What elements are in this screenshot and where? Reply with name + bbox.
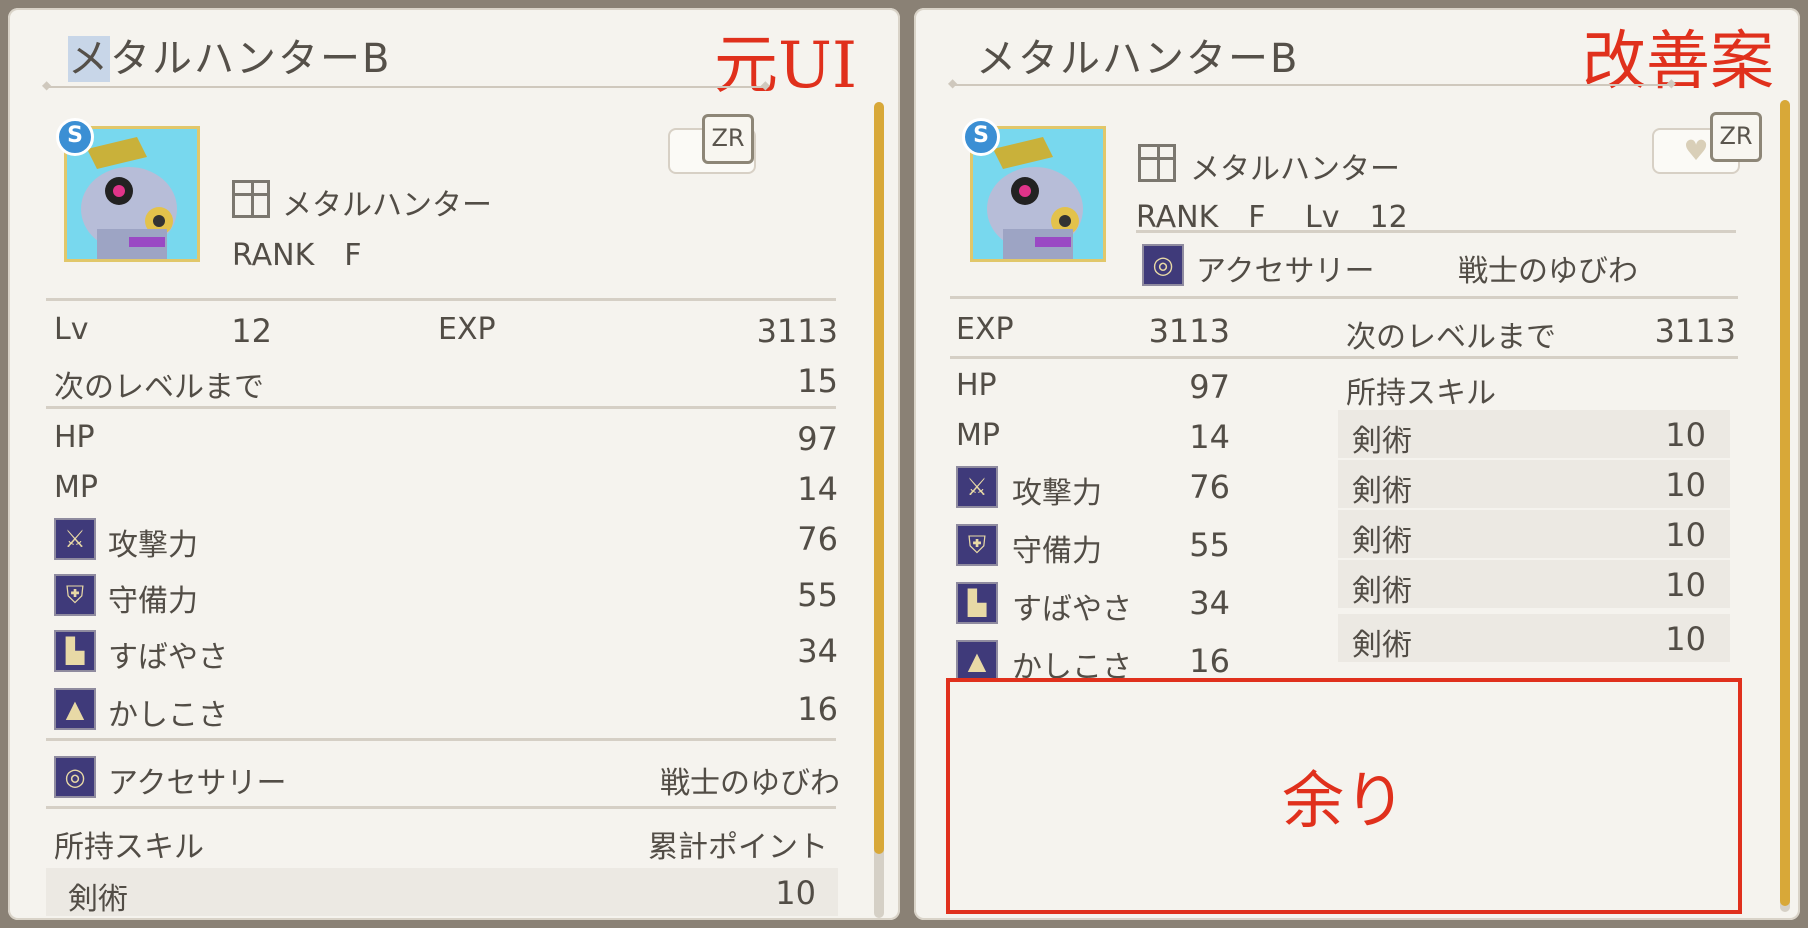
skill-row[interactable]: 剣術 10 bbox=[1338, 560, 1730, 609]
scrollbar-thumb[interactable] bbox=[874, 102, 884, 854]
section-divider bbox=[950, 356, 1738, 359]
skills-label: 所持スキル bbox=[1346, 376, 1496, 411]
title-divider bbox=[42, 78, 770, 92]
speed-label: すばやさ bbox=[108, 640, 228, 675]
accessory-value: 戦士のゆびわ bbox=[660, 766, 840, 801]
exp-label: EXP bbox=[438, 312, 496, 347]
wisdom-label: かしこさ bbox=[108, 698, 228, 733]
attack-value: 76 bbox=[797, 520, 838, 558]
skill-row[interactable]: 剣術 10 bbox=[1338, 410, 1730, 459]
defense-value: 55 bbox=[1189, 526, 1230, 564]
type-grid-icon bbox=[1138, 144, 1176, 182]
skill-row[interactable]: 剣術 10 bbox=[46, 868, 838, 917]
attack-label: 攻撃力 bbox=[108, 528, 198, 563]
graduation-cap-icon: ▲ bbox=[54, 688, 96, 730]
defense-label: 守備力 bbox=[1012, 534, 1102, 569]
attack-value: 76 bbox=[1189, 468, 1230, 506]
boot-icon: ▙ bbox=[54, 630, 96, 672]
monster-name-title: メタルハンターB bbox=[68, 36, 392, 82]
original-ui-panel: メタルハンターB 元UI S ♥ ZR メタルハンター RANK F Lv 12… bbox=[8, 8, 900, 920]
skill-name: 剣術 bbox=[1352, 524, 1412, 559]
defense-label: 守備力 bbox=[108, 584, 198, 619]
hp-value: 97 bbox=[797, 420, 838, 458]
speed-value: 34 bbox=[797, 632, 838, 670]
exp-label: EXP bbox=[956, 312, 1014, 347]
sword-icon: ⚔ bbox=[54, 518, 96, 560]
skill-row[interactable]: 剣術 10 bbox=[1338, 614, 1730, 663]
monster-name-title: メタルハンターB bbox=[976, 36, 1300, 82]
next-level-label: 次のレベルまで bbox=[1346, 320, 1556, 355]
original-ui-label: 元UI bbox=[714, 29, 858, 103]
lv-value: 12 bbox=[231, 312, 272, 350]
zr-button-hint[interactable]: ZR bbox=[702, 114, 754, 164]
rank-text: RANK F bbox=[232, 238, 362, 273]
lv-label: Lv bbox=[54, 312, 89, 347]
mp-value: 14 bbox=[1189, 418, 1230, 456]
hp-label: HP bbox=[956, 368, 997, 403]
defense-value: 55 bbox=[797, 576, 838, 614]
section-divider bbox=[46, 298, 836, 301]
skill-name: 剣術 bbox=[1352, 628, 1412, 663]
skill-points: 10 bbox=[1665, 566, 1706, 604]
boot-icon: ▙ bbox=[956, 582, 998, 624]
mp-label: MP bbox=[956, 418, 1000, 453]
section-divider bbox=[46, 738, 836, 741]
improved-ui-panel: メタルハンターB 改善案 S ♥ ZR メタルハンター RANK F Lv 12… bbox=[914, 8, 1800, 920]
section-divider bbox=[950, 296, 1738, 299]
next-level-value: 15 bbox=[797, 362, 838, 400]
species-name: メタルハンター bbox=[1190, 152, 1400, 187]
skill-points: 10 bbox=[1665, 466, 1706, 504]
skill-name: 剣術 bbox=[1352, 574, 1412, 609]
section-divider bbox=[46, 806, 836, 809]
zr-button-hint[interactable]: ZR bbox=[1710, 112, 1762, 162]
species-name: メタルハンター bbox=[282, 188, 492, 223]
ring-icon: ◎ bbox=[1142, 244, 1184, 286]
rank-s-badge: S bbox=[56, 118, 94, 156]
total-points-label: 累計ポイント bbox=[648, 830, 828, 865]
section-divider bbox=[46, 406, 836, 409]
mp-value: 14 bbox=[797, 470, 838, 508]
wisdom-value: 16 bbox=[797, 690, 838, 728]
mp-label: MP bbox=[54, 470, 98, 505]
spare-space-highlight: 余り bbox=[946, 678, 1742, 914]
skill-name: 剣術 bbox=[1352, 424, 1412, 459]
skill-points: 10 bbox=[775, 874, 816, 912]
shield-icon: ⛨ bbox=[956, 524, 998, 566]
shield-icon: ⛨ bbox=[54, 574, 96, 616]
attack-label: 攻撃力 bbox=[1012, 476, 1102, 511]
speed-label: すばやさ bbox=[1012, 592, 1132, 627]
spare-space-label: 余り bbox=[1281, 764, 1406, 837]
accessory-value: 戦士のゆびわ bbox=[1458, 254, 1638, 289]
section-divider bbox=[1136, 230, 1736, 233]
improved-ui-label: 改善案 bbox=[1582, 25, 1774, 99]
rank-s-badge: S bbox=[962, 118, 1000, 156]
skill-points: 10 bbox=[1665, 416, 1706, 454]
accessory-label: アクセサリー bbox=[1196, 254, 1375, 289]
scrollbar-thumb[interactable] bbox=[1780, 100, 1790, 906]
speed-value: 34 bbox=[1189, 584, 1230, 622]
skill-points: 10 bbox=[1665, 516, 1706, 554]
skill-row[interactable]: 剣術 10 bbox=[1338, 460, 1730, 509]
exp-value: 3113 bbox=[756, 312, 838, 350]
hp-label: HP bbox=[54, 420, 95, 455]
exp-value: 3113 bbox=[1148, 312, 1230, 350]
wisdom-value: 16 bbox=[1189, 642, 1230, 680]
skill-points: 10 bbox=[1665, 620, 1706, 658]
skill-name: 剣術 bbox=[68, 882, 128, 917]
ring-icon: ◎ bbox=[54, 756, 96, 798]
graduation-cap-icon: ▲ bbox=[956, 640, 998, 682]
type-grid-icon bbox=[232, 180, 270, 218]
sword-icon: ⚔ bbox=[956, 466, 998, 508]
next-level-value: 3113 bbox=[1654, 312, 1736, 350]
skill-row[interactable]: 剣術 10 bbox=[1338, 510, 1730, 559]
skill-name: 剣術 bbox=[1352, 474, 1412, 509]
accessory-label: アクセサリー bbox=[108, 766, 287, 801]
next-level-label: 次のレベルまで bbox=[54, 370, 264, 405]
skills-label: 所持スキル bbox=[54, 830, 204, 865]
title-divider bbox=[948, 76, 1676, 90]
hp-value: 97 bbox=[1189, 368, 1230, 406]
